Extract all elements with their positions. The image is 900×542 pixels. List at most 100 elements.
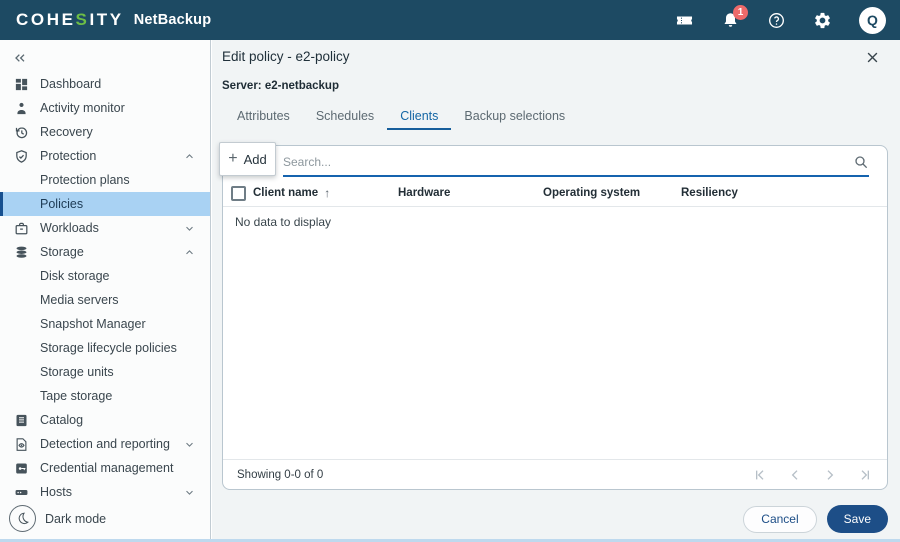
chevron-up-icon [184,247,195,258]
dashboard-icon [14,77,29,92]
shield-icon [14,149,29,164]
ticket-icon[interactable] [675,11,694,30]
column-label: Hardware [398,187,450,199]
sidebar-item-detection-and-reporting[interactable]: Detection and reporting [0,432,210,456]
column-header-client-name[interactable]: Client name↑ [253,186,398,200]
sidebar-item-label: Detection and reporting [40,437,170,451]
product-name: NetBackup [134,12,212,28]
plus-icon: + [228,151,237,167]
tab-schedules[interactable]: Schedules [303,104,387,130]
doc-eye-icon [14,437,29,452]
sidebar-item-storage[interactable]: Storage [0,240,210,264]
sidebar-item-storage-lifecycle-policies[interactable]: Storage lifecycle policies [0,336,210,360]
cancel-button[interactable]: Cancel [743,506,816,533]
column-header-operating-system[interactable]: Operating system [543,187,681,199]
sidebar-item-label: Storage units [40,365,114,379]
column-label: Resiliency [681,187,738,199]
sidebar-item-tape-storage[interactable]: Tape storage [0,384,210,408]
search-input[interactable] [283,155,853,169]
sidebar-item-dashboard[interactable]: Dashboard [0,72,210,96]
server-icon [14,485,29,500]
settings-gear-icon[interactable] [813,11,832,30]
sidebar-item-media-servers[interactable]: Media servers [0,288,210,312]
sidebar-item-label: Dashboard [40,77,101,91]
sidebar-item-label: Activity monitor [40,101,125,115]
server-label: Server: e2-netbackup [222,80,339,92]
save-button[interactable]: Save [827,505,888,533]
close-icon[interactable] [865,50,880,65]
sidebar-item-hosts[interactable]: Hosts [0,480,210,504]
tab-clients[interactable]: Clients [387,104,451,130]
add-button-label: Add [244,152,267,167]
sidebar-item-label: Recovery [40,125,93,139]
chevron-down-icon [184,487,195,498]
tab-bar: AttributesSchedulesClientsBackup selecti… [224,104,578,130]
chevron-up-icon [184,151,195,162]
sidebar-item-recovery[interactable]: Recovery [0,120,210,144]
first-page-icon[interactable] [752,467,768,483]
column-label: Operating system [543,187,640,199]
sidebar-item-storage-units[interactable]: Storage units [0,360,210,384]
sidebar-item-label: Media servers [40,293,119,307]
sidebar-item-label: Storage [40,245,84,259]
sidebar-item-workloads[interactable]: Workloads [0,216,210,240]
moon-icon [9,505,36,532]
sidebar: Dashboard Activity monitor Recovery Protect… [0,40,211,539]
chevron-down-icon [184,223,195,234]
person-icon [14,101,29,116]
help-icon[interactable] [767,11,786,30]
sidebar-item-policies[interactable]: Policies [0,192,210,216]
history-icon [14,125,29,140]
sidebar-item-label: Catalog [40,413,83,427]
sidebar-item-disk-storage[interactable]: Disk storage [0,264,210,288]
sidebar-item-label: Credential management [40,461,173,475]
sidebar-item-protection[interactable]: Protection [0,144,210,168]
database-icon [14,245,29,260]
sidebar-item-label: Hosts [40,485,72,499]
showing-count: Showing 0-0 of 0 [237,469,323,481]
table-header-row: Client name↑Hardware Operating system Resi… [223,180,887,207]
sidebar-item-credential-management[interactable]: Credential management [0,456,210,480]
column-header-resiliency[interactable]: Resiliency [681,187,887,199]
search-bar [283,148,869,177]
notifications-bell-icon[interactable]: 1 [721,11,740,30]
dark-mode-toggle[interactable]: Dark mode [9,505,106,532]
sidebar-item-label: Protection plans [40,173,130,187]
pagination [752,467,873,483]
dialog-footer: Cancel Save [743,505,888,533]
sidebar-item-label: Storage lifecycle policies [40,341,177,355]
next-page-icon[interactable] [822,467,838,483]
edit-policy-panel: Edit policy - e2-policy Server: e2-netba… [212,40,900,542]
sidebar-item-catalog[interactable]: Catalog [0,408,210,432]
sidebar-item-label: Protection [40,149,96,163]
last-page-icon[interactable] [857,467,873,483]
previous-page-icon[interactable] [787,467,803,483]
dark-mode-label: Dark mode [45,512,106,526]
sidebar-item-protection-plans[interactable]: Protection plans [0,168,210,192]
sidebar-item-label: Tape storage [40,389,112,403]
key-badge-icon [14,461,29,476]
cohesity-logo: COHESITY [16,10,124,30]
search-icon[interactable] [853,154,869,170]
collapse-sidebar-icon[interactable] [12,50,28,66]
briefcase-icon [14,221,29,236]
empty-state-text: No data to display [235,215,331,229]
book-icon [14,413,29,428]
sidebar-item-snapshot-manager[interactable]: Snapshot Manager [0,312,210,336]
select-all-checkbox[interactable] [231,186,246,201]
user-avatar[interactable]: Q [859,7,886,34]
sidebar-item-activity-monitor[interactable]: Activity monitor [0,96,210,120]
tab-backup-selections[interactable]: Backup selections [451,104,578,130]
column-label: Client name [253,187,318,199]
column-header-hardware[interactable]: Hardware [398,187,543,199]
clients-table-card: Client name↑Hardware Operating system Resi… [222,145,888,490]
tab-attributes[interactable]: Attributes [224,104,303,130]
add-button[interactable]: + Add [219,142,276,176]
sidebar-item-label: Policies [40,197,83,211]
sidebar-item-label: Snapshot Manager [40,317,146,331]
sidebar-item-label: Disk storage [40,269,109,283]
table-footer: Showing 0-0 of 0 [223,459,887,489]
sidebar-item-label: Workloads [40,221,99,235]
sidebar-nav-list: Dashboard Activity monitor Recovery Protect… [0,72,210,504]
topbar-actions: 1 Q [675,7,886,34]
